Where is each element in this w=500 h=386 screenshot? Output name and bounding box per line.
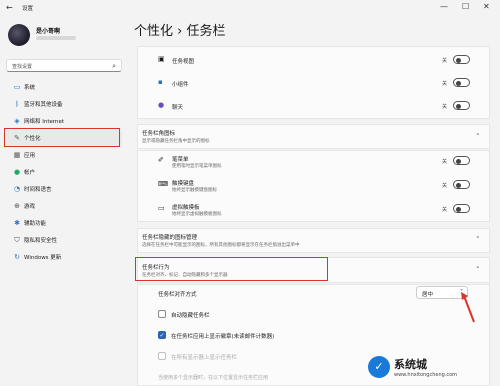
breadcrumb-separator: ›	[177, 24, 183, 39]
setting-label: 聊天	[172, 105, 184, 111]
watermark: ✓ 系统城 www.hnxitongcheng.com	[368, 352, 496, 382]
setting-label: 小组件	[172, 82, 189, 88]
setting-desc: 使用笔时显示笔菜单图标	[172, 164, 222, 169]
title-bar: ← 设置 — ☐ ✕	[0, 0, 500, 16]
alignment-value: 居中	[422, 292, 434, 298]
watermark-title: 系统城	[394, 358, 427, 371]
close-icon[interactable]: ✕	[483, 2, 490, 11]
toggle-state: 关	[442, 207, 448, 213]
chevron-up-icon[interactable]: ˄	[476, 133, 480, 141]
overflow-section-header[interactable]: 任务栏隐藏的图标管理 选择在任务栏中可能显示的图标，所有其他图标都将显示在任务栏…	[137, 228, 490, 253]
highlight-box-personalization	[4, 128, 120, 147]
back-arrow-icon[interactable]: ←	[6, 3, 13, 12]
sidebar-item-label: 时间和语言	[24, 187, 52, 193]
task-view-icon: ▣	[158, 55, 165, 63]
auto-hide-label: 自动隐藏任务栏	[171, 313, 210, 319]
apps-icon: ▦	[13, 151, 21, 159]
virtual-touchpad-toggle[interactable]	[453, 204, 470, 213]
widgets-toggle[interactable]	[453, 78, 470, 87]
multi-display-label: 当使用多个显示器时，在以下位置显示任务栏应用	[158, 375, 269, 381]
sidebar-item-label: 系统	[24, 85, 36, 91]
auto-hide-checkbox[interactable]	[158, 310, 166, 318]
watermark-url: www.hnxitongcheng.com	[394, 372, 458, 378]
section-desc: 显示或隐藏任务栏角中显示的图标	[142, 139, 210, 144]
toggle-state: 关	[442, 81, 448, 87]
chevron-up-icon[interactable]: ˄	[476, 266, 480, 274]
window-title: 设置	[22, 6, 34, 12]
alignment-label: 任务栏对齐方式	[158, 292, 197, 298]
setting-label: 任务视图	[172, 59, 195, 65]
sidebar-item-label: 游戏	[24, 204, 36, 210]
minimize-icon[interactable]: —	[440, 2, 448, 11]
sidebar-item-bluetooth[interactable]: ᛒ 蓝牙和其他设备	[6, 96, 122, 112]
bluetooth-icon: ᛒ	[14, 100, 20, 108]
search-icon: ⌕	[112, 62, 116, 70]
toggle-state: 关	[442, 104, 448, 110]
section-title: 任务栏角图标	[142, 131, 176, 137]
sidebar-item-windows-update[interactable]: ↻ Windows 更新	[6, 249, 122, 265]
accessibility-icon: ✱	[14, 219, 20, 227]
all-displays-checkbox[interactable]	[158, 352, 166, 360]
chat-icon: ●	[158, 101, 165, 109]
sidebar-item-label: 应用	[24, 153, 36, 159]
sidebar-item-gaming[interactable]: ⊕ 游戏	[6, 198, 122, 214]
sidebar-item-label: Windows 更新	[24, 255, 62, 261]
toggle-state: 关	[442, 183, 448, 189]
widgets-icon: ▪	[158, 78, 163, 86]
gamepad-icon: ⊕	[14, 202, 20, 210]
section-title: 任务栏隐藏的图标管理	[142, 235, 198, 241]
setting-desc: 始终显示触摸键盘图标	[172, 188, 217, 193]
breadcrumb-parent[interactable]: 个性化	[134, 24, 173, 39]
sidebar-item-system[interactable]: ▭ 系统	[6, 79, 122, 95]
keyboard-icon: ⌨	[158, 180, 169, 188]
shield-icon: ⛉	[14, 235, 20, 244]
wifi-icon: ◈	[14, 117, 20, 125]
maximize-icon[interactable]: ☐	[462, 2, 469, 11]
sidebar-item-accounts[interactable]: ● 帐户	[6, 164, 122, 180]
all-displays-label: 在所有显示器上显示任务栏	[171, 355, 238, 361]
section-desc: 选择在任务栏中可能显示的图标，所有其他图标都将显示在任务栏角溢出菜单中	[142, 243, 300, 248]
annotation-arrow	[461, 292, 475, 323]
sidebar-item-label: 辅助功能	[24, 221, 47, 227]
toggle-state: 关	[442, 159, 448, 165]
sidebar-item-label: 网络和 Internet	[24, 119, 65, 125]
breadcrumb: 个性化 › 任务栏	[134, 20, 226, 39]
page-title: 任务栏	[186, 24, 226, 39]
setting-label: 触摸键盘	[172, 181, 195, 187]
setting-desc: 始终显示虚拟触摸板图标	[172, 212, 222, 217]
user-email-redacted	[36, 36, 76, 40]
sidebar-item-network[interactable]: ◈ 网络和 Internet	[6, 113, 122, 129]
monitor-icon: ▭	[13, 83, 21, 91]
setting-label: 虚拟触摸板	[172, 205, 200, 211]
sidebar-item-label: 帐户	[24, 170, 36, 176]
globe-clock-icon: ◔	[13, 185, 21, 193]
touch-keyboard-toggle[interactable]	[453, 180, 470, 189]
update-icon: ↻	[14, 253, 20, 261]
sidebar-item-label: 隐私和安全性	[24, 238, 58, 244]
badges-checkbox[interactable]: ✓	[158, 331, 166, 339]
watermark-logo: ✓	[368, 356, 390, 378]
person-icon: ●	[13, 168, 21, 176]
task-view-toggle[interactable]	[453, 55, 470, 64]
user-name: 是小哥啊	[36, 28, 61, 35]
search-placeholder: 查找设置	[12, 64, 33, 70]
badges-label: 在任务栏应用上显示徽章(未读邮件计数器)	[171, 334, 275, 340]
pen-menu-toggle[interactable]	[453, 156, 470, 165]
sidebar-item-time-language[interactable]: ◔ 时间和语言	[6, 181, 122, 197]
sidebar-item-label: 蓝牙和其他设备	[24, 102, 63, 108]
sidebar-item-privacy[interactable]: ⛉ 隐私和安全性	[6, 232, 122, 248]
sidebar-item-apps[interactable]: ▦ 应用	[6, 147, 122, 163]
chat-toggle[interactable]	[453, 101, 470, 110]
setting-label: 笔菜单	[172, 157, 189, 163]
chevron-down-icon[interactable]: ˅	[476, 236, 480, 244]
corner-icons-header[interactable]: 任务栏角图标 显示或隐藏任务栏角中显示的图标 ˄	[137, 124, 490, 149]
avatar[interactable]	[8, 24, 30, 46]
touchpad-icon: ▭	[158, 204, 165, 212]
search-input[interactable]: 查找设置 ⌕	[6, 59, 122, 72]
toggle-state: 关	[442, 58, 448, 64]
pen-menu-icon: ✐	[158, 156, 164, 164]
highlight-box-behaviors	[135, 257, 328, 281]
sidebar-item-accessibility[interactable]: ✱ 辅助功能	[6, 215, 122, 231]
